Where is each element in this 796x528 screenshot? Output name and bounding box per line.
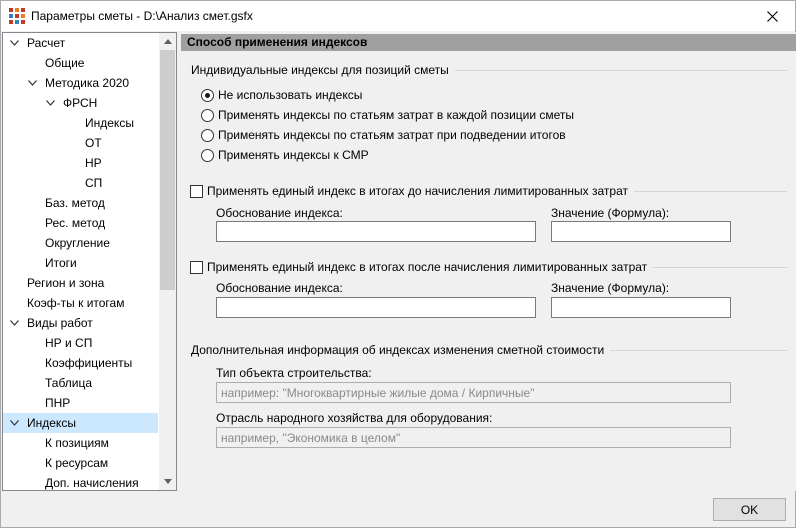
radio-no-indices[interactable]: Не использовать индексы xyxy=(201,87,362,103)
settings-panel: Способ применения индексов Индивидуальны… xyxy=(181,32,796,491)
tree-item-label: Округление xyxy=(45,236,110,250)
window-title: Параметры сметы - D:\Анализ смет.gsfx xyxy=(31,9,253,23)
close-icon xyxy=(766,10,778,22)
chevron-down-icon[interactable] xyxy=(9,313,19,333)
single-before-reason-input[interactable] xyxy=(216,221,536,242)
scroll-down-icon[interactable] xyxy=(159,473,176,490)
parameters-window: Параметры сметы - D:\Анализ смет.gsfx Ра… xyxy=(0,0,796,528)
radio-on-totals-button[interactable] xyxy=(201,128,214,142)
tree-item-label: ОТ xyxy=(85,136,102,150)
radio-label: Применять индексы по статьям затрат в ка… xyxy=(218,108,575,122)
tree-item-label: Итоги xyxy=(45,256,77,270)
value-label: Значение (Формула): xyxy=(551,206,670,220)
radio-label: Применять индексы к СМР xyxy=(218,148,369,162)
tree-item[interactable]: Методика 2020 xyxy=(3,73,158,93)
tree-item-label: Общие xyxy=(45,56,85,70)
checkbox-label: Применять единый индекс в итогах до начи… xyxy=(207,184,628,198)
close-button[interactable] xyxy=(749,1,795,31)
tree-item[interactable]: Индексы xyxy=(3,413,158,433)
tree-item[interactable]: К ресурсам xyxy=(3,453,158,473)
object-type-input[interactable] xyxy=(216,382,731,403)
tree-item[interactable]: ФРСН xyxy=(3,93,158,113)
object-type-label: Тип объекта строительства: xyxy=(216,366,372,380)
radio-no-indices-button[interactable] xyxy=(201,88,214,102)
reason-label: Обоснование индекса: xyxy=(216,281,343,295)
radio-each-position-button[interactable] xyxy=(201,108,214,122)
settings-tree[interactable]: Расчет Общие Методика 2020 ФРСН Индексы ОТ НР С… xyxy=(2,32,177,491)
reason-label: Обоснование индекса: xyxy=(216,206,343,220)
tree-item[interactable]: Виды работ xyxy=(3,313,158,333)
tree-item[interactable]: Индексы xyxy=(3,113,158,133)
tree-item[interactable]: НР и СП xyxy=(3,333,158,353)
single-after-checkbox-row[interactable]: Применять единый индекс в итогах после н… xyxy=(190,259,654,275)
tree-item[interactable]: ОТ xyxy=(3,133,158,153)
radio-label: Применять индексы по статьям затрат при … xyxy=(218,128,566,142)
radio-label: Не использовать индексы xyxy=(218,88,363,102)
tree-item[interactable]: Коэф-ты к итогам xyxy=(3,293,158,313)
tree-item-label: Доп. начисления xyxy=(45,476,139,490)
single-after-reason-input[interactable] xyxy=(216,297,536,318)
industry-label: Отрасль народного хозяйства для оборудов… xyxy=(216,411,493,425)
industry-input[interactable] xyxy=(216,427,731,448)
single-before-checkbox[interactable] xyxy=(190,184,203,198)
radio-to-smr-button[interactable] xyxy=(201,148,214,162)
tree-item-label: Баз. метод xyxy=(45,196,105,210)
tree-item-label: Коэффициенты xyxy=(45,356,133,370)
radio-on-totals[interactable]: Применять индексы по статьям затрат при … xyxy=(201,127,566,143)
chevron-down-icon[interactable] xyxy=(27,73,37,93)
tree-item[interactable]: К позициям xyxy=(3,433,158,453)
value-label: Значение (Формула): xyxy=(551,281,670,295)
panel-header: Способ применения индексов xyxy=(181,34,796,51)
chevron-down-icon[interactable] xyxy=(45,93,55,113)
tree-item-label: Коэф-ты к итогам xyxy=(27,296,125,310)
tree-item[interactable]: НР xyxy=(3,153,158,173)
tree-item[interactable]: ПНР xyxy=(3,393,158,413)
tree-item-label: К ресурсам xyxy=(45,456,109,470)
title-bar: Параметры сметы - D:\Анализ смет.gsfx xyxy=(1,1,795,31)
tree-item-label: Регион и зона xyxy=(27,276,105,290)
single-after-value-input[interactable] xyxy=(551,297,731,318)
tree-item-label: ФРСН xyxy=(63,96,98,110)
chevron-down-icon[interactable] xyxy=(9,413,19,433)
tree-item[interactable]: Расчет xyxy=(3,33,158,53)
tree-item-label: НР и СП xyxy=(45,336,93,350)
individual-group-title: Индивидуальные индексы для позиций сметы xyxy=(191,63,455,77)
additional-group-title: Дополнительная информация об индексах из… xyxy=(191,343,611,357)
single-after-checkbox[interactable] xyxy=(190,260,203,274)
single-before-checkbox-row[interactable]: Применять единый индекс в итогах до начи… xyxy=(190,183,634,199)
tree-item-label: ПНР xyxy=(45,396,71,410)
tree-item-label: СП xyxy=(85,176,103,190)
scrollbar-thumb[interactable] xyxy=(160,50,175,290)
tree-item-label: Индексы xyxy=(85,116,134,130)
tree-item[interactable]: Рес. метод xyxy=(3,213,158,233)
checkbox-label: Применять единый индекс в итогах после н… xyxy=(207,260,648,274)
tree-item[interactable]: СП xyxy=(3,173,158,193)
ok-button[interactable]: OK xyxy=(713,498,786,521)
tree-item[interactable]: Регион и зона xyxy=(3,273,158,293)
radio-to-smr[interactable]: Применять индексы к СМР xyxy=(201,147,369,163)
tree-item-label: Индексы xyxy=(27,416,76,430)
tree-item-label: К позициям xyxy=(45,436,109,450)
tree-item-label: Методика 2020 xyxy=(45,76,130,90)
chevron-down-icon[interactable] xyxy=(9,33,19,53)
radio-each-position[interactable]: Применять индексы по статьям затрат в ка… xyxy=(201,107,574,123)
single-before-value-input[interactable] xyxy=(551,221,731,242)
tree-item-label: Расчет xyxy=(27,36,66,50)
scroll-up-icon[interactable] xyxy=(159,33,176,50)
tree-scrollbar[interactable] xyxy=(159,33,176,490)
tree-item-label: Виды работ xyxy=(27,316,93,330)
tree-item-label: Рес. метод xyxy=(45,216,106,230)
tree-item[interactable]: Таблица xyxy=(3,373,158,393)
tree-item[interactable]: Общие xyxy=(3,53,158,73)
tree-item[interactable]: Коэффициенты xyxy=(3,353,158,373)
tree-item[interactable]: Доп. начисления xyxy=(3,473,158,490)
tree-item-label: НР xyxy=(85,156,102,170)
tree-item-label: Таблица xyxy=(45,376,93,390)
tree-item[interactable]: Баз. метод xyxy=(3,193,158,213)
tree-item[interactable]: Итоги xyxy=(3,253,158,273)
app-grid-icon xyxy=(9,8,25,24)
tree-item[interactable]: Округление xyxy=(3,233,158,253)
